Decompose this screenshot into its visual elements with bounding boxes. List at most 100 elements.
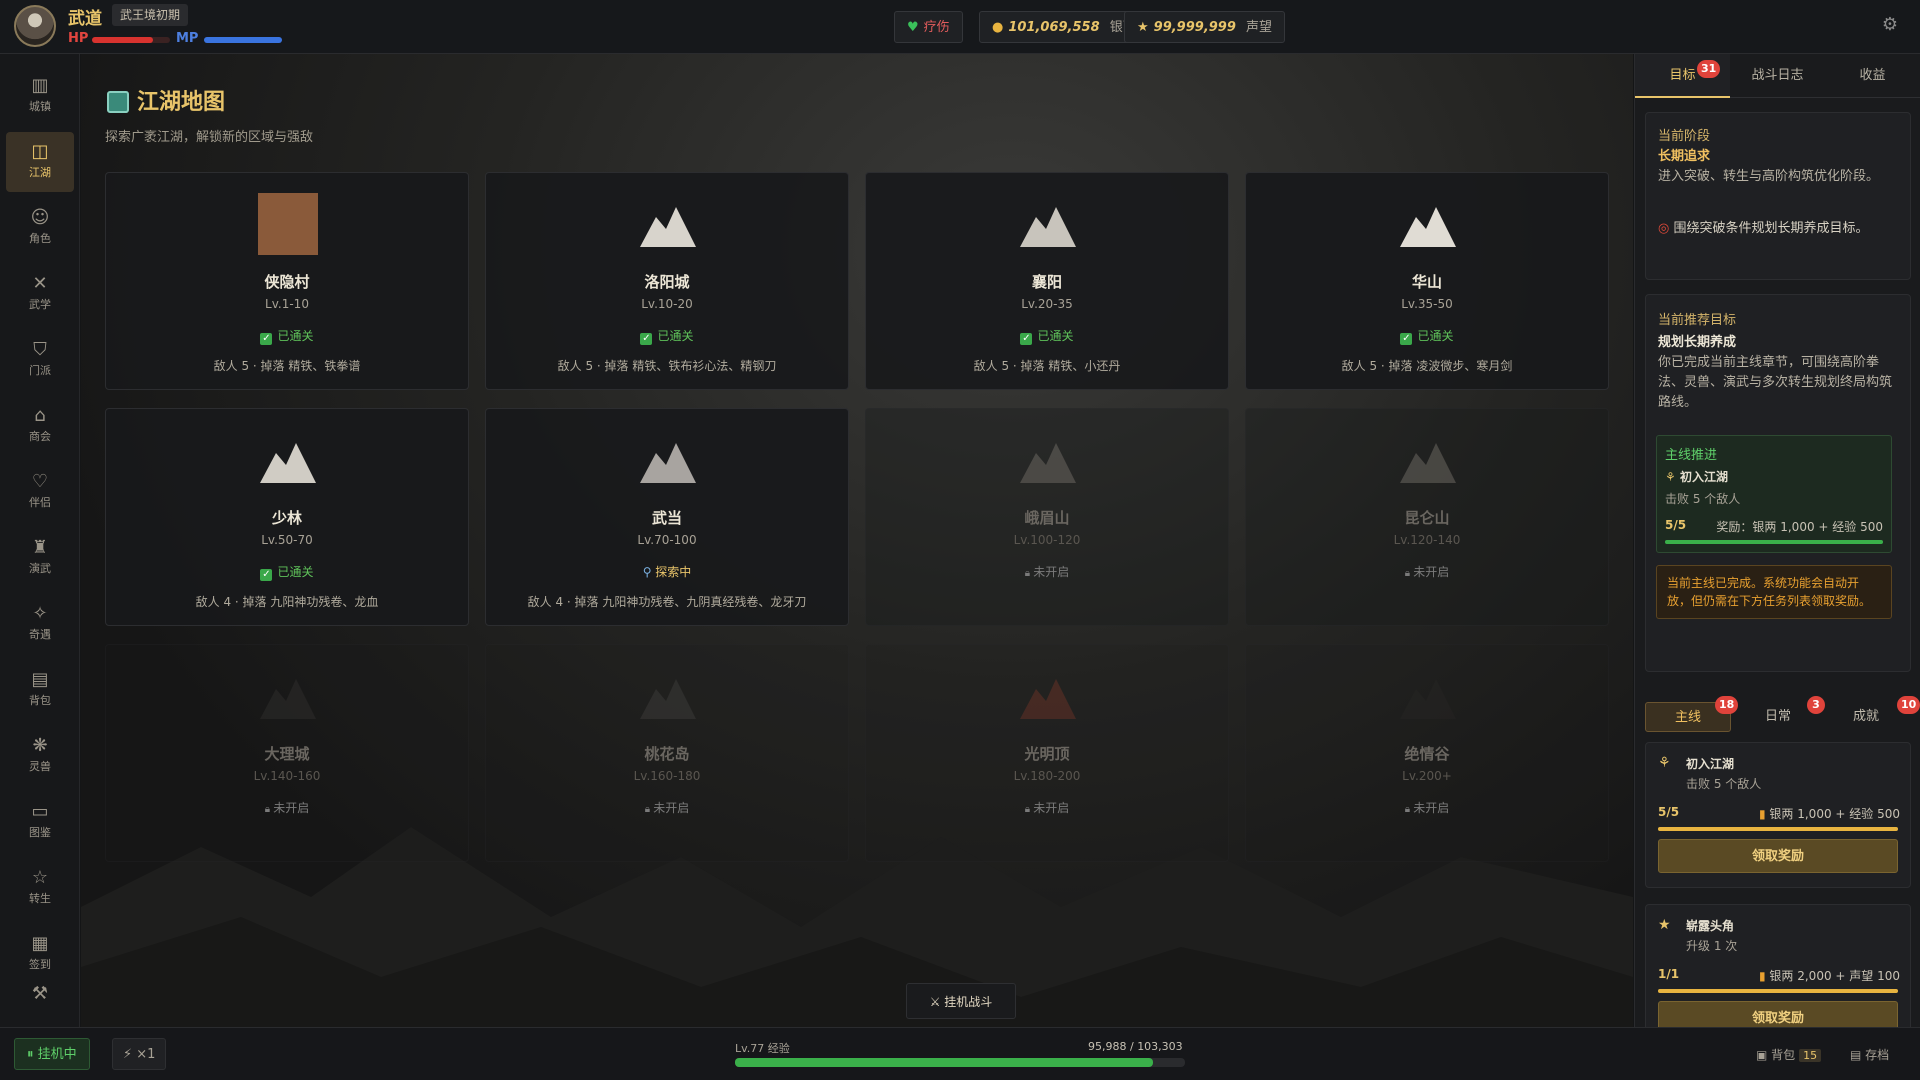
sidebar-item-label: 门派: [29, 364, 51, 377]
sidebar-item-6[interactable]: ♡ 伴侣: [6, 462, 74, 522]
save-label: 存档: [1865, 1048, 1890, 1062]
region-card[interactable]: 侠隐村 Lv.1-10 ✓ 已通关 敌人 5 · 掉落 精铁、铁拳谱: [105, 172, 469, 390]
tab-goals-badge: 31: [1697, 60, 1721, 78]
heal-status-pill[interactable]: ♥ 疗伤: [894, 11, 963, 43]
tab-main-quests-label: 主线: [1674, 710, 1701, 725]
wrench-button[interactable]: ⚒: [6, 980, 74, 1010]
sidebar-item-12[interactable]: ☆ 转生: [6, 858, 74, 918]
region-name: 襄阳: [1031, 273, 1062, 291]
region-status-label: 探索中: [655, 565, 692, 579]
search-icon: ⚲: [642, 565, 656, 579]
sidebar-item-label: 转生: [29, 892, 51, 905]
quest-reward-text: 银两 2,000 + 声望 100: [1769, 969, 1900, 983]
quest-task: 击败 5 个敌人: [1686, 777, 1762, 791]
quest-progress-bar-fill: [1658, 827, 1898, 831]
sidebar-item-label: 商会: [29, 430, 51, 443]
coin-icon: ●: [992, 20, 1004, 35]
region-name: 侠隐村: [264, 273, 310, 291]
region-card[interactable]: 洛阳城 Lv.10-20 ✓ 已通关 敌人 5 · 掉落 精铁、铁布衫心法、精钢刀: [485, 172, 849, 390]
sidebar-item-1[interactable]: ◫ 江湖: [6, 132, 74, 192]
check-icon: ✓: [260, 333, 273, 345]
tab-achievements[interactable]: 成就: [1823, 702, 1909, 732]
tab-battle-log[interactable]: 战斗日志: [1730, 54, 1825, 98]
speed-button[interactable]: ⚡ ×1: [112, 1038, 167, 1070]
region-name: 昆仑山: [1404, 509, 1450, 527]
sidebar-item-label: 城镇: [29, 100, 51, 113]
region-card[interactable]: 少林 Lv.50-70 ✓ 已通关 敌人 4 · 掉落 九阳神功残卷、龙血: [105, 408, 469, 626]
region-thumbnail: [640, 679, 696, 719]
lock-icon: 🔒︎: [264, 804, 274, 815]
main-progress-bar-fill: [1665, 540, 1883, 544]
realm-badge: 武王境初期: [112, 4, 189, 26]
gear-icon[interactable]: ⚙: [1882, 14, 1898, 35]
hp-bar: [92, 37, 170, 43]
quest-name: 初入江湖: [1686, 757, 1735, 771]
region-card[interactable]: 武当 Lv.70-100 ⚲ 探索中 敌人 4 · 掉落 九阳神功残卷、九阴真经残卷、…: [485, 408, 849, 626]
sidebar-item-label: 签到: [29, 958, 51, 971]
xp-bar: [735, 1058, 1185, 1067]
region-desc: 敌人 4 · 掉落 九阳神功残卷、龙血: [195, 595, 379, 609]
sidebar-item-10[interactable]: ❋ 灵兽: [6, 726, 74, 786]
save-button[interactable]: ▤ 存档: [1850, 1046, 1889, 1063]
tab-income[interactable]: 收益: [1825, 54, 1920, 98]
region-name: 桃花岛: [644, 745, 690, 763]
auto-battle-label: 挂机战斗: [944, 995, 993, 1009]
sidebar-item-13[interactable]: ▦ 签到: [6, 924, 74, 984]
region-card[interactable]: 华山 Lv.35-50 ✓ 已通关 敌人 5 · 掉落 凌波微步、寒月剑: [1245, 172, 1609, 390]
sprout-icon: ⚘: [1665, 470, 1680, 484]
sidebar-item-11[interactable]: ▭ 图鉴: [6, 792, 74, 852]
region-card[interactable]: 襄阳 Lv.20-35 ✓ 已通关敌人 5 · 掉落 精铁、小还丹: [865, 172, 1229, 390]
claim-reward-button[interactable]: 领取奖励: [1658, 839, 1898, 873]
quest-progress-bar: [1658, 989, 1898, 993]
sidebar-item-4[interactable]: ⛉ 门派: [6, 330, 74, 390]
star-icon: ★: [1658, 917, 1671, 933]
tab-battle-log-label: 战斗日志: [1751, 68, 1804, 83]
heart-icon: ♥: [907, 20, 919, 35]
player-avatar[interactable]: [14, 5, 56, 47]
region-level: Lv.10-20: [641, 297, 693, 311]
region-thumbnail: [640, 443, 696, 483]
paw-icon: ❋: [32, 735, 48, 756]
achievements-badge: 10: [1897, 696, 1920, 714]
sidebar-item-8[interactable]: ✧ 奇遇: [6, 594, 74, 654]
lightning-icon: ⚡: [123, 1047, 137, 1062]
region-name: 绝情谷: [1404, 745, 1450, 763]
region-level: Lv.200+: [1402, 769, 1452, 783]
save-icon: ▤: [1850, 1048, 1866, 1062]
region-thumbnail: [1020, 443, 1076, 483]
stage-box: 当前阶段 长期追求 进入突破、转生与高阶构筑优化阶段。 ◎ 围绕突破条件规划长期…: [1645, 112, 1911, 280]
claim-reward-button[interactable]: 领取奖励: [1658, 1001, 1898, 1027]
swords-icon: ⚔: [929, 995, 945, 1009]
sidebar-item-3[interactable]: ✕ 武学: [6, 264, 74, 324]
trophy-icon: ♜: [31, 537, 49, 558]
region-thumbnail: [1400, 207, 1456, 247]
region-status-label: 未开启: [1033, 801, 1070, 815]
sidebar-item-7[interactable]: ♜ 演武: [6, 528, 74, 588]
quest-progress: 1/1: [1658, 967, 1680, 981]
region-thumbnail: [640, 207, 696, 247]
sidebar-item-5[interactable]: ⌂ 商会: [6, 396, 74, 456]
backpack-button[interactable]: ▣ 背包 15: [1756, 1046, 1822, 1063]
region-desc: 敌人 5 · 掉落 凌波微步、寒月剑: [1341, 359, 1513, 373]
region-status: 🔒︎ 未开启: [1246, 563, 1608, 580]
sidebar-item-0[interactable]: ▥ 城镇: [6, 66, 74, 126]
sidebar-item-2[interactable]: ☺ 角色: [6, 198, 74, 258]
region-status: ✓ 已通关: [866, 327, 1228, 345]
region-card: 桃花岛 Lv.160-180 🔒︎ 未开启: [485, 644, 849, 862]
mp-label: MP: [176, 31, 199, 46]
book-icon: ▭: [31, 801, 49, 822]
region-level: Lv.50-70: [261, 533, 313, 547]
region-level: Lv.140-160: [253, 769, 321, 783]
region-desc: 敌人 5 · 掉落 精铁、小还丹: [973, 359, 1121, 373]
map-icon: ◫: [31, 141, 49, 162]
region-thumbnail: [1020, 207, 1076, 247]
main-progress-count: 5/5: [1665, 518, 1687, 532]
region-level: Lv.20-35: [1021, 297, 1073, 311]
fame-unit: 声望: [1246, 20, 1273, 35]
idle-status-button[interactable]: ⏸ 挂机中: [14, 1038, 90, 1070]
auto-battle-button[interactable]: ⚔ 挂机战斗: [906, 983, 1016, 1019]
main-progress-bar: [1665, 540, 1883, 544]
sidebar-item-9[interactable]: ▤ 背包: [6, 660, 74, 720]
quest-name: 崭露头角: [1686, 919, 1735, 933]
sidebar-item-label: 灵兽: [29, 760, 51, 773]
